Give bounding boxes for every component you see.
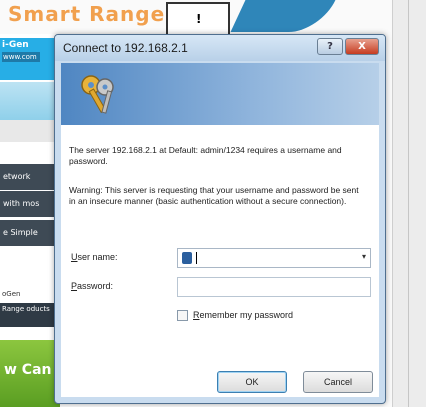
background-left-separator bbox=[0, 120, 60, 142]
background-icon-label: ! bbox=[196, 12, 202, 26]
background-nav-item[interactable]: e Simple bbox=[0, 220, 60, 246]
help-button[interactable]: ? bbox=[317, 38, 343, 55]
background-nav-item[interactable]: etwork bbox=[0, 164, 60, 190]
background-banner-shape bbox=[230, 0, 336, 32]
background-green-button[interactable]: w Can bbox=[0, 340, 60, 407]
username-label: User name: bbox=[71, 252, 118, 262]
background-left-strip bbox=[0, 82, 60, 120]
remember-label[interactable]: Remember my password bbox=[193, 310, 293, 320]
server-message: The server 192.168.2.1 at Default: admin… bbox=[69, 145, 342, 166]
background-side-panel bbox=[392, 0, 426, 407]
dialog-content: The server 192.168.2.1 at Default: admin… bbox=[61, 125, 379, 397]
security-warning: Warning: This server is requesting that … bbox=[69, 185, 359, 206]
chevron-down-icon[interactable]: ▾ bbox=[362, 252, 366, 261]
background-small-text: oGen bbox=[2, 290, 21, 298]
login-dialog: Connect to 192.168.2.1 ? X The server 19… bbox=[54, 34, 386, 404]
dialog-title: Connect to 192.168.2.1 bbox=[63, 41, 188, 55]
background-nav-item[interactable]: with mos bbox=[0, 191, 60, 217]
text-cursor bbox=[196, 252, 197, 264]
remember-label-text: emember my password bbox=[199, 310, 294, 320]
dialog-banner bbox=[61, 63, 379, 125]
password-label-text: assword: bbox=[77, 281, 114, 291]
ok-button[interactable]: OK bbox=[217, 371, 287, 393]
user-card-icon bbox=[182, 252, 192, 264]
close-button[interactable]: X bbox=[345, 38, 379, 55]
dialog-titlebar[interactable]: Connect to 192.168.2.1 ? X bbox=[55, 35, 385, 61]
cancel-button[interactable]: Cancel bbox=[303, 371, 373, 393]
username-label-text: ser name: bbox=[77, 252, 118, 262]
keys-icon bbox=[81, 75, 114, 114]
username-combobox[interactable]: ▾ bbox=[177, 248, 371, 268]
background-logo-tag: www.com bbox=[2, 52, 40, 62]
background-promo[interactable]: Range oducts bbox=[0, 303, 60, 327]
remember-checkbox[interactable] bbox=[177, 310, 188, 321]
background-logo-text: i-Gen bbox=[2, 40, 29, 50]
background-logo: i-Gen www.com bbox=[0, 38, 60, 80]
password-field[interactable] bbox=[177, 277, 371, 297]
background-scrollbar-line bbox=[408, 0, 409, 407]
background-toolbar-frame: ! bbox=[166, 2, 230, 34]
password-label: Password: bbox=[71, 281, 113, 291]
